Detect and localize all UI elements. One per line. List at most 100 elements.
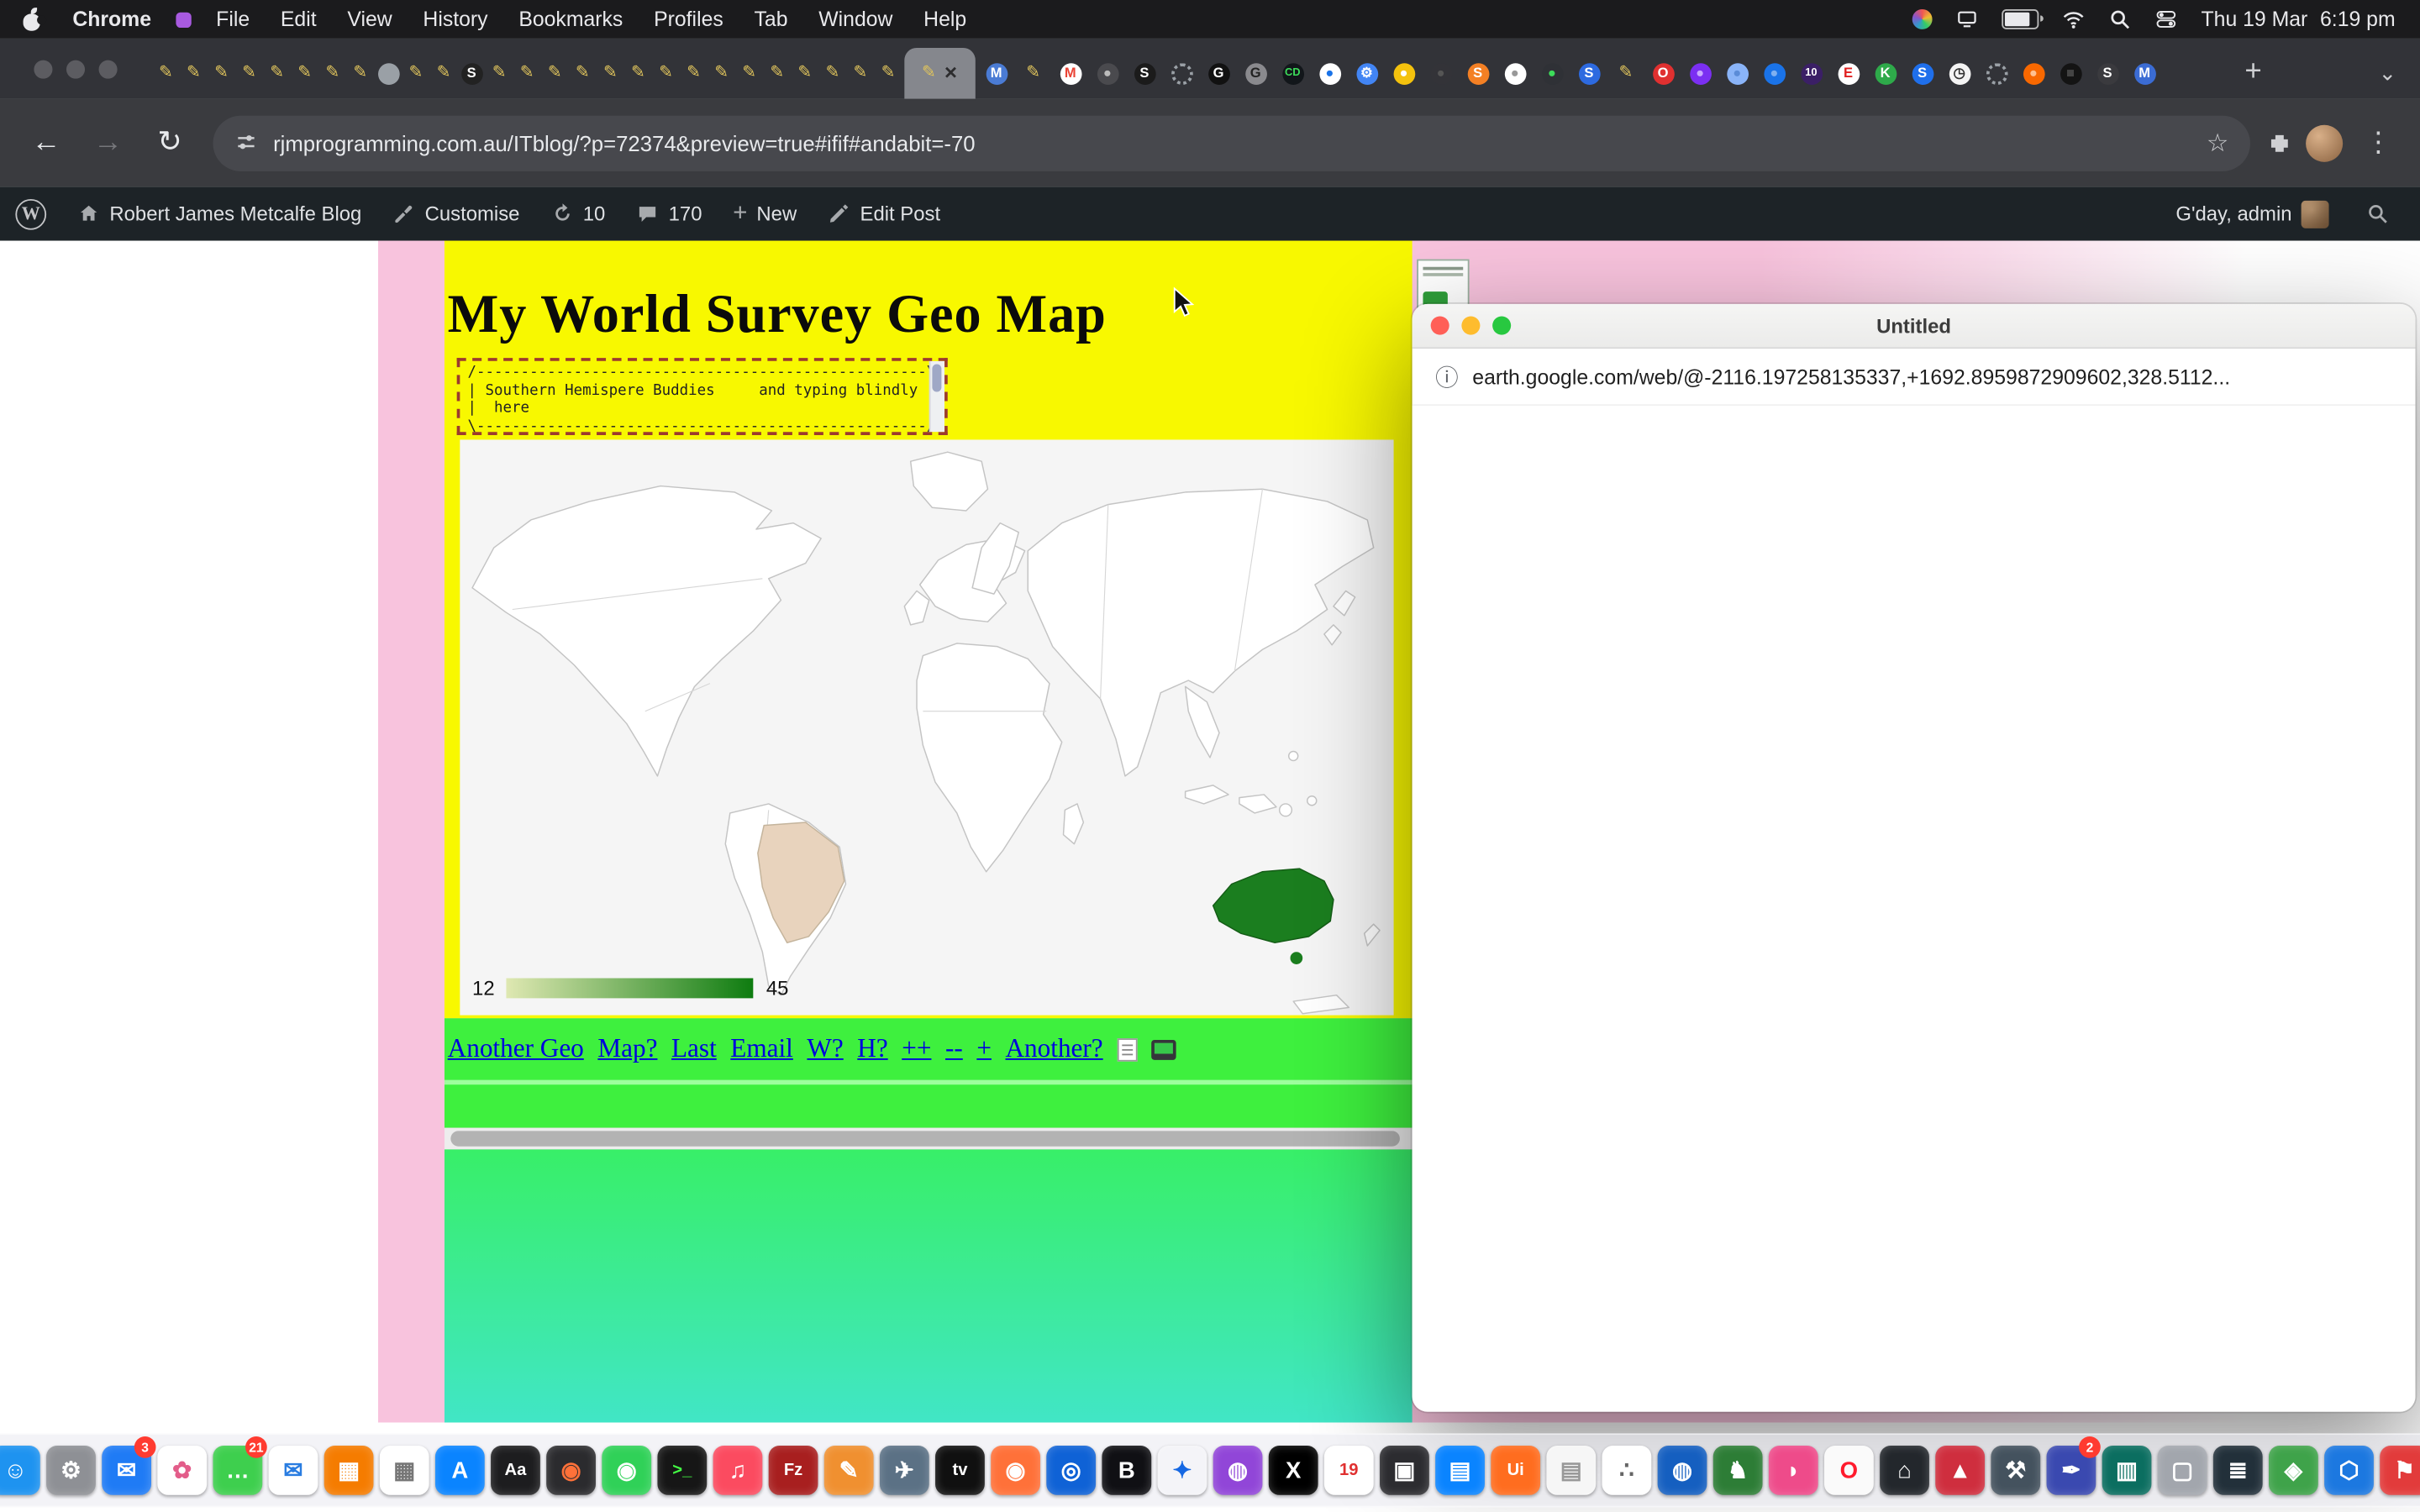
- dock-icon[interactable]: ∴: [1601, 1440, 1653, 1501]
- adminbar-comments[interactable]: 170: [621, 186, 718, 240]
- control-center-icon[interactable]: [2154, 8, 2178, 31]
- link-h[interactable]: H?: [857, 1034, 887, 1065]
- browser-tab[interactable]: G: [1202, 52, 1235, 95]
- browser-tab[interactable]: ●: [1092, 52, 1124, 95]
- browser-tab[interactable]: ●: [1758, 52, 1791, 95]
- dock-icon[interactable]: ✦: [1156, 1440, 1208, 1501]
- dock-icon[interactable]: ⚙: [45, 1440, 97, 1501]
- adminbar-customise[interactable]: Customise: [377, 186, 535, 240]
- dock-icon[interactable]: tv: [934, 1440, 986, 1501]
- dock-icon[interactable]: ✉3: [100, 1440, 152, 1501]
- screen-mirroring-icon[interactable]: [1955, 8, 1979, 31]
- adminbar-edit-post[interactable]: Edit Post: [813, 186, 956, 240]
- dock-icon[interactable]: ✎: [823, 1440, 875, 1501]
- geo-textarea[interactable]: /---------------------------------------…: [457, 358, 948, 435]
- menubar-item-history[interactable]: History: [408, 8, 503, 31]
- browser-tab[interactable]: S: [1906, 52, 1939, 95]
- textarea-scroll-thumb[interactable]: [932, 364, 941, 391]
- menubar-clock[interactable]: Thu 19 Mar 6:19 pm: [2202, 8, 2396, 31]
- browser-tab[interactable]: ■: [2054, 52, 2087, 95]
- dock-icon[interactable]: Ui: [1489, 1440, 1541, 1501]
- profile-avatar[interactable]: [2306, 124, 2343, 161]
- browser-tab[interactable]: ✎: [544, 52, 567, 95]
- dock-icon[interactable]: ◉: [989, 1440, 1041, 1501]
- dock-icon[interactable]: 19: [1323, 1440, 1375, 1501]
- browser-tab[interactable]: ✎: [155, 52, 178, 95]
- spotlight-icon[interactable]: [2108, 8, 2132, 31]
- active-tab[interactable]: ✎ ✕: [904, 48, 975, 99]
- dock-icon[interactable]: ▢: [2156, 1440, 2208, 1501]
- link-map[interactable]: Map?: [597, 1034, 657, 1065]
- close-window-button[interactable]: [1431, 317, 1449, 335]
- browser-tab[interactable]: M: [1054, 52, 1086, 95]
- dock-icon[interactable]: ♞: [1712, 1440, 1764, 1501]
- link-[interactable]: ++: [902, 1034, 931, 1065]
- browser-tab[interactable]: ✎: [404, 52, 428, 95]
- extensions-icon[interactable]: [2265, 129, 2293, 156]
- browser-tab[interactable]: S: [1573, 52, 1606, 95]
- browser-tab[interactable]: CD: [1276, 52, 1309, 95]
- browser-tab[interactable]: ✎: [293, 52, 317, 95]
- dock-icon[interactable]: >_: [656, 1440, 708, 1501]
- dock-icon[interactable]: Fz: [767, 1440, 819, 1501]
- dock-icon[interactable]: ◍: [1212, 1440, 1264, 1501]
- adminbar-account[interactable]: G'day, admin: [2160, 186, 2344, 240]
- dock-icon[interactable]: ☺: [0, 1440, 42, 1501]
- back-button[interactable]: ←: [18, 115, 74, 171]
- browser-tab[interactable]: ✎: [849, 52, 872, 95]
- browser-tab[interactable]: S: [1128, 52, 1161, 95]
- colorful-status-icon[interactable]: [1912, 9, 1933, 29]
- dock-icon[interactable]: ▣: [1378, 1440, 1430, 1501]
- browser-tab[interactable]: [376, 52, 400, 95]
- dock-icon[interactable]: ◈: [2267, 1440, 2319, 1501]
- textarea-scrollbar[interactable]: [929, 361, 944, 432]
- browser-tab[interactable]: ✎: [821, 52, 844, 95]
- link-[interactable]: --: [945, 1034, 963, 1065]
- menubar-item-profiles[interactable]: Profiles: [639, 8, 739, 31]
- url-text[interactable]: rjmprogramming.com.au/ITblog/?p=72374&pr…: [273, 130, 2191, 155]
- adminbar-search[interactable]: [2350, 186, 2404, 240]
- adminbar-site-name[interactable]: Robert James Metcalfe Blog: [61, 186, 376, 240]
- apple-menu-icon[interactable]: [22, 8, 42, 31]
- forward-button[interactable]: →: [81, 115, 136, 171]
- earth-url-row[interactable]: ⓘ earth.google.com/web/@-2116.1972581353…: [1413, 349, 2416, 406]
- browser-tab[interactable]: S: [460, 52, 483, 95]
- browser-tab[interactable]: ✎: [515, 52, 539, 95]
- browser-tab[interactable]: ✎: [349, 52, 372, 95]
- dock-icon[interactable]: A: [434, 1440, 486, 1501]
- browser-tab[interactable]: ✎: [321, 52, 345, 95]
- browser-tab[interactable]: 10: [1795, 52, 1828, 95]
- earth-titlebar[interactable]: Untitled: [1413, 304, 2416, 349]
- browser-tab[interactable]: ✎: [432, 52, 455, 95]
- browser-tab[interactable]: K: [1869, 52, 1902, 95]
- browser-tab[interactable]: ✎: [1017, 52, 1050, 95]
- info-icon[interactable]: ⓘ: [1435, 360, 1459, 393]
- browser-tab[interactable]: E: [1832, 52, 1865, 95]
- dock-icon[interactable]: X: [1267, 1440, 1319, 1501]
- dock-icon[interactable]: ✿: [156, 1440, 208, 1501]
- dock-icon[interactable]: ◉: [544, 1440, 597, 1501]
- browser-tab[interactable]: O: [1647, 52, 1680, 95]
- horizontal-scrollbar[interactable]: [445, 1128, 1413, 1150]
- wifi-icon[interactable]: [2062, 8, 2086, 31]
- bookmark-star-icon[interactable]: ☆: [2207, 128, 2228, 159]
- horizontal-scroll-thumb[interactable]: [450, 1131, 1400, 1146]
- battery-icon[interactable]: [2002, 9, 2039, 29]
- browser-tab[interactable]: S: [2091, 52, 2124, 95]
- dock-icon[interactable]: …21: [212, 1440, 264, 1501]
- browser-tab[interactable]: ●: [1424, 52, 1457, 95]
- dock-icon[interactable]: ▤: [1545, 1440, 1597, 1501]
- dock-icon[interactable]: ▥: [2101, 1440, 2153, 1501]
- browser-tab[interactable]: ●: [1313, 52, 1346, 95]
- browser-tab[interactable]: M: [2128, 52, 2161, 95]
- dock-icon[interactable]: ◗: [1767, 1440, 1819, 1501]
- browser-tab[interactable]: ✎: [655, 52, 678, 95]
- dock-icon[interactable]: ✉: [267, 1440, 319, 1501]
- menubar-item-bookmarks[interactable]: Bookmarks: [503, 8, 639, 31]
- browser-tab[interactable]: ✎: [599, 52, 623, 95]
- address-bar[interactable]: rjmprogramming.com.au/ITblog/?p=72374&pr…: [213, 115, 2249, 171]
- dock-icon[interactable]: ▤: [1434, 1440, 1486, 1501]
- link-another[interactable]: Another?: [1005, 1034, 1102, 1065]
- browser-tab[interactable]: ✎: [182, 52, 206, 95]
- tasmania[interactable]: [1291, 952, 1303, 964]
